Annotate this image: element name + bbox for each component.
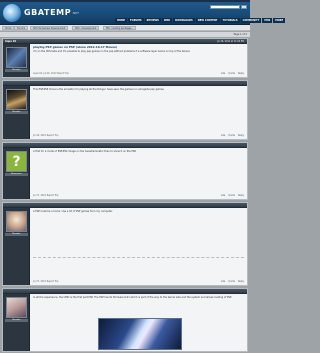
post: Member This PSP/PSP Clone is the emulato…: [2, 80, 248, 140]
signature-image: [98, 318, 182, 350]
reply-button[interactable]: Reply: [238, 72, 244, 75]
user-sidebar: Member: [3, 208, 30, 285]
site-logo-text[interactable]: GBATEMP: [24, 8, 71, 17]
reply-button[interactable]: Reply: [238, 280, 244, 283]
user-title: Member: [5, 319, 28, 322]
quote-button[interactable]: Quote: [228, 194, 235, 197]
post-content: A first for a mode of PSP/PSX image on t…: [33, 150, 244, 153]
post-content: This PSP/PSP Clone is the emulator for p…: [33, 88, 244, 91]
site-header: GBATEMP .NET HOME FORUMS REVIEWS WIKI DO…: [0, 2, 286, 25]
nav-tutorials[interactable]: TUTORIALS: [220, 18, 240, 23]
quote-button[interactable]: Quote: [228, 72, 235, 75]
user-sidebar: Member: [3, 44, 30, 77]
reply-button[interactable]: Reply: [238, 134, 244, 137]
breadcrumb-item[interactable]: Home: [2, 26, 15, 30]
post-footer-info: Jul 27, 2012 Report Top: [33, 194, 59, 197]
like-button[interactable]: Like: [221, 280, 225, 283]
user-sidebar: Member: [3, 86, 30, 139]
logo-icon[interactable]: [3, 4, 21, 22]
breadcrumb: Home Forums 3DS Homebrew Development 3DS…: [0, 25, 250, 31]
post-header: [3, 289, 247, 294]
site-logo-suffix: .NET: [72, 11, 79, 15]
avatar[interactable]: [6, 211, 27, 232]
search-button[interactable]: [241, 5, 247, 9]
like-button[interactable]: Like: [221, 134, 225, 137]
breadcrumb-item[interactable]: Forums: [14, 26, 29, 30]
post-body: I'm on the 3DS beta and it's possible to…: [33, 50, 191, 53]
breadcrumb-item[interactable]: 3DS Homebrew Development: [30, 26, 69, 30]
post-footer-info: Aqua 16, Jul 26, 2012 Report Top: [33, 72, 69, 75]
post-body: This PSP/PSP Clone is the emulator for p…: [33, 88, 165, 91]
user-title: Member: [5, 111, 28, 114]
nav-wiki[interactable]: WIKI: [161, 18, 173, 23]
user-sidebar: ? Newcomer: [3, 148, 30, 199]
search-input[interactable]: [210, 5, 240, 9]
nav-new-content[interactable]: NEW CONTENT: [195, 18, 220, 23]
post-content: A PSP must be a home. Use a lot of PSP g…: [33, 210, 244, 213]
like-button[interactable]: Like: [221, 72, 225, 75]
post-footer: Aqua 16, Jul 26, 2012 Report Top Like Quo…: [33, 72, 244, 76]
post-author[interactable]: Aqua 16: [5, 40, 16, 43]
post-body: A PSP must be a home. Use a lot of PSP g…: [33, 210, 113, 213]
user-title: Member: [5, 69, 28, 72]
user-title: Newcomer: [5, 173, 28, 176]
post-header: Aqua 16 Jul 26, 2012 at 11:09 PM: [3, 39, 247, 44]
main-nav: HOME FORUMS REVIEWS WIKI DOWNLOADS NEW C…: [115, 18, 286, 23]
post-footer: Jul 27, 2012 Report Top Like Quote Reply: [33, 280, 244, 284]
nav-pms[interactable]: PMS: [262, 18, 273, 23]
quote-button[interactable]: Quote: [228, 134, 235, 137]
avatar[interactable]: [6, 89, 27, 110]
post-body: In all the experience, the UMD is the fi…: [33, 296, 232, 299]
post-footer-info: Jul 26, 2012 Report Top: [33, 134, 59, 137]
post: Member A PSP must be a home. Use a lot o…: [2, 202, 248, 286]
post-date: Jul 26, 2012 at 11:09 PM: [217, 40, 244, 43]
nav-community[interactable]: COMMUNITY: [240, 18, 262, 23]
user-sidebar: Member: [3, 294, 30, 351]
nav-reviews[interactable]: REVIEWS: [144, 18, 161, 23]
post-body: A first for a mode of PSP/PSX image on t…: [33, 150, 137, 153]
nav-home[interactable]: HOME: [115, 18, 128, 23]
quote-button[interactable]: Quote: [228, 280, 235, 283]
breadcrumb-item[interactable]: FBI - Loading packages...: [103, 26, 137, 30]
post-footer: Jul 27, 2012 Report Top Like Quote Reply: [33, 194, 244, 198]
default-avatar-icon[interactable]: ?: [6, 151, 27, 172]
post-header: [3, 203, 247, 208]
avatar[interactable]: [6, 297, 27, 318]
avatar[interactable]: [6, 47, 27, 68]
page-label: Page 1 of 2: [233, 33, 247, 36]
post-content: playing PSP games on PSP (alone 2012-10-…: [33, 45, 244, 54]
signature-divider: [33, 257, 244, 258]
post-header: [3, 143, 247, 148]
user-title: Member: [5, 233, 28, 236]
like-button[interactable]: Like: [221, 194, 225, 197]
post-title: playing PSP games on PSP (alone 2012-10-…: [33, 45, 118, 49]
breadcrumb-item[interactable]: 3DS - Development: [72, 26, 100, 30]
post-footer: Jul 26, 2012 Report Top Like Quote Reply: [33, 134, 244, 138]
reply-button[interactable]: Reply: [238, 194, 244, 197]
post-header: [3, 81, 247, 86]
post-footer-info: Jul 27, 2012 Report Top: [33, 280, 59, 283]
post: Aqua 16 Jul 26, 2012 at 11:09 PM Member …: [2, 38, 248, 78]
post: ? Newcomer A first for a mode of PSP/PSX…: [2, 142, 248, 200]
thread-toolbar: Page 1 of 2: [0, 32, 250, 37]
nav-downloads[interactable]: DOWNLOADS: [173, 18, 195, 23]
nav-more[interactable]: MORE: [273, 18, 286, 23]
nav-forums[interactable]: FORUMS: [128, 18, 144, 23]
post-content: In all the experience, the UMD is the fi…: [33, 296, 244, 299]
